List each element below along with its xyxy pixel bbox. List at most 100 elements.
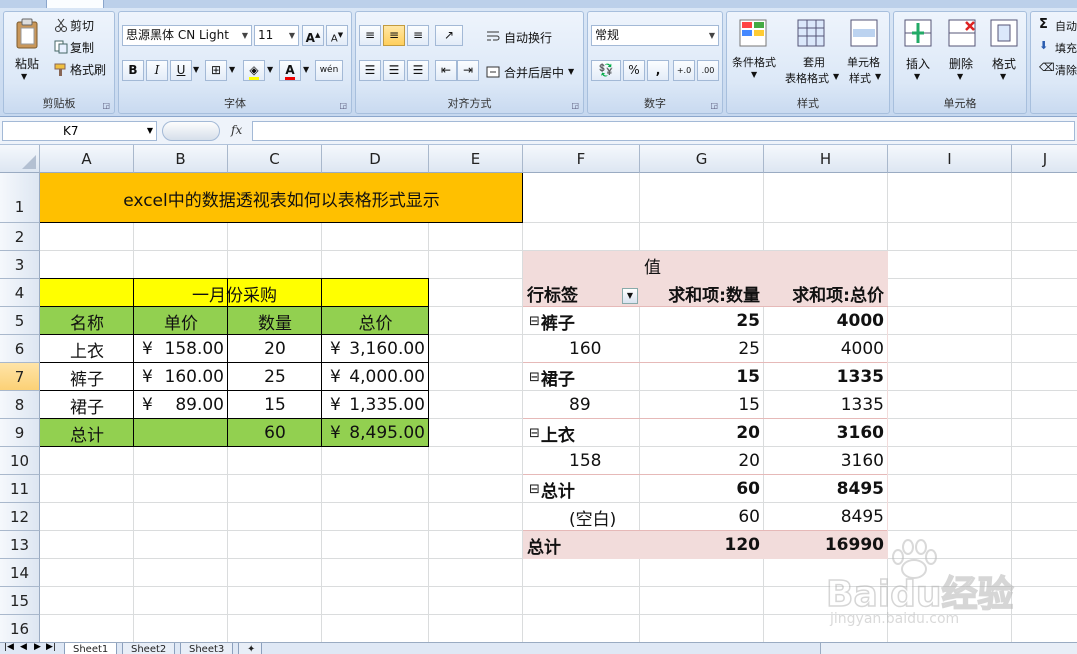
sheet-tab-sheet1[interactable]: Sheet1 (64, 643, 118, 654)
pivot-value-total[interactable]: 3160 (764, 447, 888, 475)
pivot-group-row[interactable]: ⊟ 总计 (523, 475, 640, 503)
name-box[interactable]: K7 ▼ (2, 121, 157, 141)
dialog-launcher-icon[interactable]: ◲ (339, 101, 347, 110)
horizontal-scrollbar[interactable] (820, 643, 1077, 654)
bold-button[interactable]: B (122, 60, 144, 81)
collapse-icon[interactable]: ⊟ (529, 370, 540, 385)
increase-indent-button[interactable]: ⇥ (457, 60, 479, 81)
insert-function-icon[interactable]: fx (231, 123, 242, 137)
chevron-down-icon[interactable]: ▼ (875, 72, 881, 81)
pivot-item-row[interactable]: 158 (523, 447, 640, 475)
tab-home[interactable] (46, 0, 104, 8)
delete-button[interactable]: 删除 (949, 55, 973, 72)
merge-dropdown-icon[interactable]: ▼ (568, 67, 574, 76)
collapse-icon[interactable]: ⊟ (529, 314, 540, 329)
clear-button[interactable]: 清除 (1055, 62, 1077, 78)
collapse-icon[interactable]: ⊟ (529, 426, 540, 441)
pivot-col-header-qty[interactable]: 求和项:数量 (640, 279, 764, 307)
chevron-down-icon[interactable]: ▼ (833, 72, 839, 81)
pivot-item-row[interactable]: (空白) (523, 503, 640, 531)
conditional-format-icon[interactable] (739, 19, 767, 47)
autosum-button[interactable]: 自动 (1055, 18, 1077, 34)
pivot-value-qty[interactable]: 60 (640, 475, 764, 503)
formula-input[interactable] (252, 121, 1075, 141)
comma-button[interactable]: , (647, 60, 669, 81)
row-header-3[interactable]: 3 (0, 251, 40, 279)
pivot-item-row[interactable]: 89 (523, 391, 640, 419)
row-header-16[interactable]: 16 (0, 615, 40, 642)
row-header-4[interactable]: 4 (0, 279, 40, 307)
table-format-icon[interactable] (797, 19, 825, 47)
column-header-h[interactable]: H (764, 145, 888, 173)
row-header-11[interactable]: 11 (0, 475, 40, 503)
pivot-value-qty[interactable]: 15 (640, 391, 764, 419)
merge-center-button[interactable]: 合并后居中 (504, 64, 564, 81)
wrap-text-button[interactable]: 自动换行 (504, 29, 552, 46)
format-painter-button[interactable]: 格式刷 (70, 61, 106, 78)
row-header-2[interactable]: 2 (0, 223, 40, 251)
formula-divider-handle[interactable] (162, 121, 220, 141)
pivot-value-qty[interactable]: 20 (640, 447, 764, 475)
dialog-launcher-icon[interactable]: ◲ (102, 101, 110, 110)
chevron-down-icon[interactable]: ▼ (751, 70, 757, 79)
pivot-grand-total-qty[interactable]: 120 (640, 531, 764, 559)
borders-dropdown-icon[interactable]: ▼ (229, 65, 235, 74)
paste-button[interactable]: 粘贴 (15, 55, 39, 72)
column-header-f[interactable]: F (523, 145, 640, 173)
pivot-item-row[interactable]: 160 (523, 335, 640, 363)
chevron-down-icon[interactable]: ▼ (914, 72, 920, 81)
column-header-c[interactable]: C (228, 145, 322, 173)
first-sheet-icon[interactable]: |◀ (4, 643, 14, 652)
align-middle-button[interactable]: ≡ (383, 25, 405, 46)
align-left-button[interactable]: ☰ (359, 60, 381, 81)
chevron-down-icon[interactable]: ▼ (957, 72, 963, 81)
fill-dropdown-icon[interactable]: ▼ (267, 65, 273, 74)
paste-dropdown-icon[interactable]: ▼ (21, 72, 27, 81)
table-format-button[interactable]: 表格格式 (785, 70, 829, 86)
row-header-10[interactable]: 10 (0, 447, 40, 475)
font-size-select[interactable]: 11 ▼ (254, 25, 299, 46)
row-header-5[interactable]: 5 (0, 307, 40, 335)
font-color-dropdown-icon[interactable]: ▼ (303, 65, 309, 74)
pivot-value-qty[interactable]: 25 (640, 307, 764, 335)
conditional-format-button[interactable]: 条件格式 (732, 54, 776, 70)
decrease-indent-button[interactable]: ⇤ (435, 60, 457, 81)
currency-button[interactable]: 💱 (591, 60, 621, 81)
pivot-group-row[interactable]: ⊟ 裙子 (523, 363, 640, 391)
collapse-icon[interactable]: ⊟ (529, 482, 540, 497)
font-name-select[interactable]: 思源黑体 CN Light ▼ (122, 25, 252, 46)
pivot-group-row[interactable]: ⊟ 裤子 (523, 307, 640, 335)
pivot-value-total[interactable]: 4000 (764, 335, 888, 363)
column-header-g[interactable]: G (640, 145, 764, 173)
paste-icon[interactable] (14, 18, 40, 50)
column-header-b[interactable]: B (134, 145, 228, 173)
pivot-value-total[interactable]: 1335 (764, 391, 888, 419)
next-sheet-icon[interactable]: ▶ (34, 643, 41, 652)
number-format-select[interactable]: 常规 ▼ (591, 25, 719, 46)
fill-color-button[interactable]: ◈ (243, 60, 265, 81)
align-center-button[interactable]: ☰ (383, 60, 405, 81)
table-format-label-1[interactable]: 套用 (803, 54, 825, 70)
row-header-7[interactable]: 7 (0, 363, 40, 391)
last-sheet-icon[interactable]: ▶| (46, 643, 56, 652)
borders-button[interactable]: ⊞ (205, 60, 227, 81)
column-header-i[interactable]: I (888, 145, 1012, 173)
select-all-corner[interactable] (0, 145, 40, 173)
pivot-group-row[interactable]: ⊟ 上衣 (523, 419, 640, 447)
underline-dropdown-icon[interactable]: ▼ (193, 65, 199, 74)
cut-button[interactable]: 剪切 (70, 17, 94, 34)
row-header-15[interactable]: 15 (0, 587, 40, 615)
column-header-d[interactable]: D (322, 145, 429, 173)
cell-styles-icon[interactable] (850, 19, 878, 47)
pivot-value-qty[interactable]: 60 (640, 503, 764, 531)
sheet-tab-sheet3[interactable]: Sheet3 (180, 643, 234, 654)
row-header-12[interactable]: 12 (0, 503, 40, 531)
percent-button[interactable]: % (623, 60, 645, 81)
insert-button[interactable]: 插入 (906, 55, 930, 72)
pivot-value-qty[interactable]: 20 (640, 419, 764, 447)
pivot-value-total[interactable]: 4000 (764, 307, 888, 335)
phonetic-button[interactable]: wén (315, 60, 343, 81)
increase-decimal-button[interactable]: +.0 (673, 60, 695, 81)
cell-styles-label-1[interactable]: 单元格 (847, 54, 880, 70)
font-color-button[interactable]: A (279, 60, 301, 81)
